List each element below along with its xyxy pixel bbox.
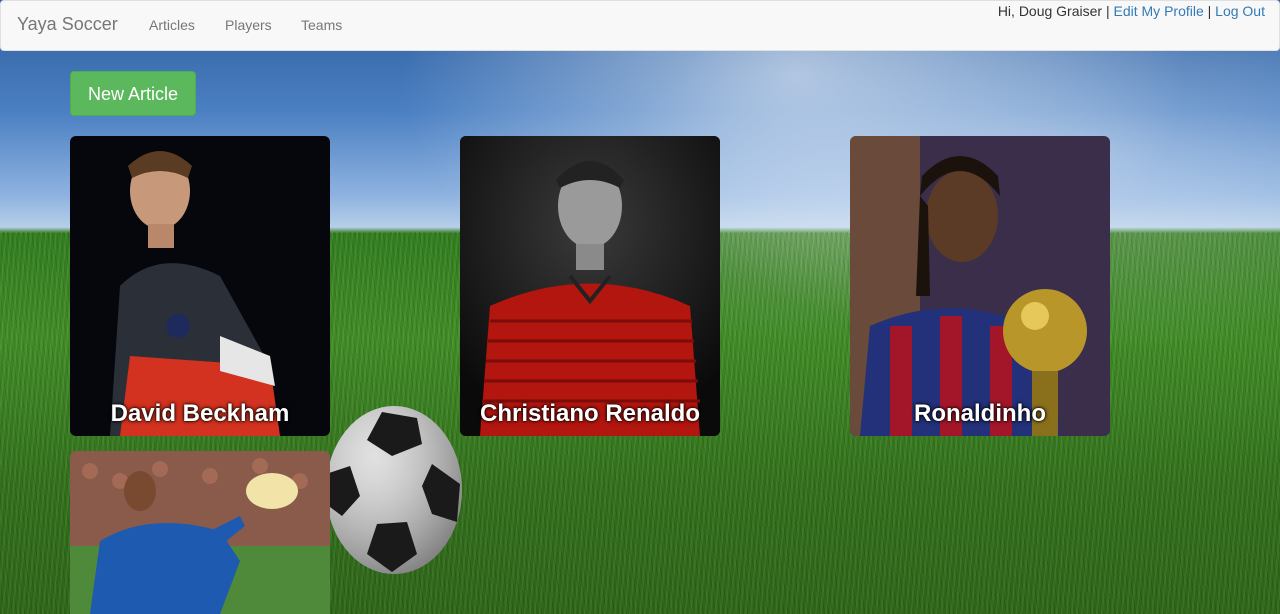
brand-logo[interactable]: Yaya Soccer [17, 14, 118, 35]
player-card-ronaldo[interactable]: Christiano Renaldo [460, 136, 720, 436]
player-photo [70, 451, 330, 614]
separator: | [1203, 3, 1216, 19]
edit-profile-link[interactable]: Edit My Profile [1114, 3, 1204, 19]
player-name: Christiano Renaldo [479, 400, 701, 427]
player-card-ronaldinho[interactable]: Ronaldinho [850, 136, 1110, 436]
player-photo [850, 136, 1110, 436]
nav-teams[interactable]: Teams [301, 17, 342, 33]
player-photo [460, 136, 720, 436]
separator: | [1102, 3, 1114, 19]
nav-articles[interactable]: Articles [149, 17, 195, 33]
player-photo [70, 136, 330, 436]
player-card-beckham[interactable]: David Beckham [70, 136, 330, 436]
player-card-4[interactable] [70, 451, 330, 614]
nav-players[interactable]: Players [225, 17, 272, 33]
new-article-button[interactable]: New Article [70, 71, 196, 116]
top-navbar: Yaya Soccer Articles Players Teams Hi, D… [0, 0, 1280, 51]
user-greeting: Hi, Doug Graiser [997, 3, 1103, 19]
logout-link[interactable]: Log Out [1215, 3, 1265, 19]
user-area: Hi, Doug Graiser | Edit My Profile | Log… [998, 3, 1265, 19]
soccer-ball-image [326, 406, 462, 574]
player-name: Ronaldinho [914, 400, 1046, 427]
player-name: David Beckham [110, 400, 290, 427]
